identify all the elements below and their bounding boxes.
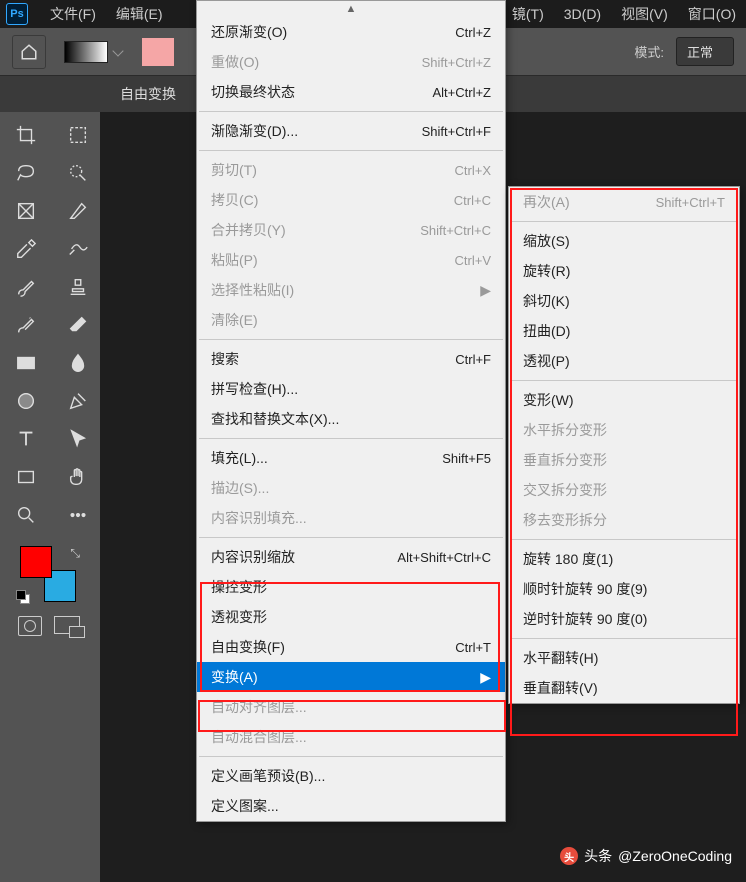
rectangle-tool-icon[interactable] bbox=[2, 460, 50, 494]
eraser-tool-icon[interactable] bbox=[54, 308, 102, 342]
menu-copy: 拷贝(C)Ctrl+C bbox=[197, 185, 505, 215]
lasso-tool-icon[interactable] bbox=[2, 156, 50, 190]
menu-scroll-up-icon[interactable]: ▲ bbox=[197, 1, 505, 17]
menu-scale[interactable]: 缩放(S) bbox=[509, 226, 739, 256]
move-tool-icon[interactable] bbox=[54, 422, 102, 456]
tool-panel: ⤡ bbox=[0, 112, 100, 636]
menu-split-warp-cross: 交叉拆分变形 bbox=[509, 475, 739, 505]
menu-paste: 粘贴(P)Ctrl+V bbox=[197, 245, 505, 275]
menu-spell-check[interactable]: 拼写检查(H)... bbox=[197, 374, 505, 404]
submenu-arrow-icon: ▶ bbox=[460, 282, 491, 299]
mode-label: 模式: bbox=[634, 42, 664, 61]
watermark-icon: 头 bbox=[560, 847, 578, 865]
menu-transform[interactable]: 变换(A)▶ bbox=[197, 662, 505, 692]
smudge-tool-icon[interactable] bbox=[54, 346, 102, 380]
color-swatch[interactable] bbox=[142, 38, 174, 66]
menu-paste-special: 选择性粘贴(I)▶ bbox=[197, 275, 505, 305]
quick-select-tool-icon[interactable] bbox=[54, 156, 102, 190]
menu-auto-align: 自动对齐图层... bbox=[197, 692, 505, 722]
menu-warp[interactable]: 变形(W) bbox=[509, 385, 739, 415]
menu-content-aware-scale[interactable]: 内容识别缩放Alt+Shift+Ctrl+C bbox=[197, 542, 505, 572]
menu-flip-vertical[interactable]: 垂直翻转(V) bbox=[509, 673, 739, 703]
menu-rotate[interactable]: 旋转(R) bbox=[509, 256, 739, 286]
menu-perspective-t[interactable]: 透视(P) bbox=[509, 346, 739, 376]
menu-filter-partial[interactable]: 镜(T) bbox=[502, 4, 554, 24]
menu-find-replace[interactable]: 查找和替换文本(X)... bbox=[197, 404, 505, 434]
menu-puppet-warp[interactable]: 操控变形 bbox=[197, 572, 505, 602]
document-tab[interactable]: 自由变换 bbox=[110, 84, 186, 104]
frame-tool-icon[interactable] bbox=[2, 194, 50, 228]
menu-free-transform[interactable]: 自由变换(F)Ctrl+T bbox=[197, 632, 505, 662]
type-tool-icon[interactable] bbox=[2, 422, 50, 456]
stamp-tool-icon[interactable] bbox=[54, 270, 102, 304]
edit-menu-dropdown: ▲ 还原渐变(O)Ctrl+Z 重做(O)Shift+Ctrl+Z 切换最终状态… bbox=[196, 0, 506, 822]
menu-flip-horizontal[interactable]: 水平翻转(H) bbox=[509, 643, 739, 673]
history-brush-icon[interactable] bbox=[2, 308, 50, 342]
menu-3d[interactable]: 3D(D) bbox=[554, 6, 611, 22]
home-button[interactable] bbox=[12, 35, 46, 69]
pen-tool-icon[interactable] bbox=[54, 384, 102, 418]
menu-undo[interactable]: 还原渐变(O)Ctrl+Z bbox=[197, 17, 505, 47]
menu-edit[interactable]: 编辑(E) bbox=[106, 4, 173, 24]
healing-tool-icon[interactable] bbox=[54, 232, 102, 266]
swap-colors-icon[interactable]: ⤡ bbox=[70, 546, 80, 561]
gradient-tool-icon[interactable] bbox=[2, 346, 50, 380]
menu-auto-blend: 自动混合图层... bbox=[197, 722, 505, 752]
menu-search[interactable]: 搜索Ctrl+F bbox=[197, 344, 505, 374]
menu-rotate-90cw[interactable]: 顺时针旋转 90 度(9) bbox=[509, 574, 739, 604]
menu-remove-warp-split: 移去变形拆分 bbox=[509, 505, 739, 535]
menu-view[interactable]: 视图(V) bbox=[611, 4, 678, 24]
menu-window[interactable]: 窗口(O) bbox=[678, 4, 746, 24]
watermark: 头 头条 @ZeroOneCoding bbox=[560, 846, 732, 866]
brush-tool-icon[interactable] bbox=[2, 270, 50, 304]
blend-mode-select[interactable]: 正常 bbox=[676, 37, 734, 66]
menu-split-warp-h: 水平拆分变形 bbox=[509, 415, 739, 445]
default-colors-icon[interactable] bbox=[16, 590, 30, 604]
menu-cut: 剪切(T)Ctrl+X bbox=[197, 155, 505, 185]
menu-content-aware-fill: 内容识别填充... bbox=[197, 503, 505, 533]
menu-define-brush[interactable]: 定义画笔预设(B)... bbox=[197, 761, 505, 791]
menu-fade[interactable]: 渐隐渐变(D)...Shift+Ctrl+F bbox=[197, 116, 505, 146]
screen-mode-icon[interactable] bbox=[54, 616, 80, 634]
menu-perspective-warp[interactable]: 透视变形 bbox=[197, 602, 505, 632]
menu-rotate-180[interactable]: 旋转 180 度(1) bbox=[509, 544, 739, 574]
menu-skew[interactable]: 斜切(K) bbox=[509, 286, 739, 316]
gradient-preview[interactable] bbox=[64, 41, 108, 63]
menu-transform-again: 再次(A)Shift+Ctrl+T bbox=[509, 187, 739, 217]
app-logo: Ps bbox=[6, 3, 28, 25]
transform-submenu: 再次(A)Shift+Ctrl+T 缩放(S) 旋转(R) 斜切(K) 扭曲(D… bbox=[508, 186, 740, 704]
hand-tool-icon[interactable] bbox=[54, 460, 102, 494]
menu-redo: 重做(O)Shift+Ctrl+Z bbox=[197, 47, 505, 77]
color-swatches[interactable]: ⤡ bbox=[20, 546, 76, 602]
eyedropper-tool-icon[interactable] bbox=[2, 232, 50, 266]
submenu-arrow-icon: ▶ bbox=[460, 669, 491, 686]
menu-fill[interactable]: 填充(L)...Shift+F5 bbox=[197, 443, 505, 473]
menu-copy-merged: 合并拷贝(Y)Shift+Ctrl+C bbox=[197, 215, 505, 245]
menu-file[interactable]: 文件(F) bbox=[40, 4, 106, 24]
more-tools-icon[interactable] bbox=[54, 498, 102, 532]
watermark-label: 头条 bbox=[584, 846, 612, 866]
marquee-tool-icon[interactable] bbox=[54, 118, 102, 152]
menu-stroke: 描边(S)... bbox=[197, 473, 505, 503]
menu-toggle-last-state[interactable]: 切换最终状态Alt+Ctrl+Z bbox=[197, 77, 505, 107]
zoom-tool-icon[interactable] bbox=[2, 498, 50, 532]
quick-mask-icon[interactable] bbox=[18, 616, 42, 636]
watermark-handle: @ZeroOneCoding bbox=[618, 848, 732, 864]
menu-define-pattern[interactable]: 定义图案... bbox=[197, 791, 505, 821]
menu-distort[interactable]: 扭曲(D) bbox=[509, 316, 739, 346]
menu-split-warp-v: 垂直拆分变形 bbox=[509, 445, 739, 475]
menu-rotate-90ccw[interactable]: 逆时针旋转 90 度(0) bbox=[509, 604, 739, 634]
crop-tool-icon[interactable] bbox=[2, 118, 50, 152]
blur-tool-icon[interactable] bbox=[2, 384, 50, 418]
menu-clear: 清除(E) bbox=[197, 305, 505, 335]
gradient-dropdown-icon[interactable] bbox=[112, 45, 123, 56]
slice-tool-icon[interactable] bbox=[54, 194, 102, 228]
foreground-color-swatch[interactable] bbox=[20, 546, 52, 578]
